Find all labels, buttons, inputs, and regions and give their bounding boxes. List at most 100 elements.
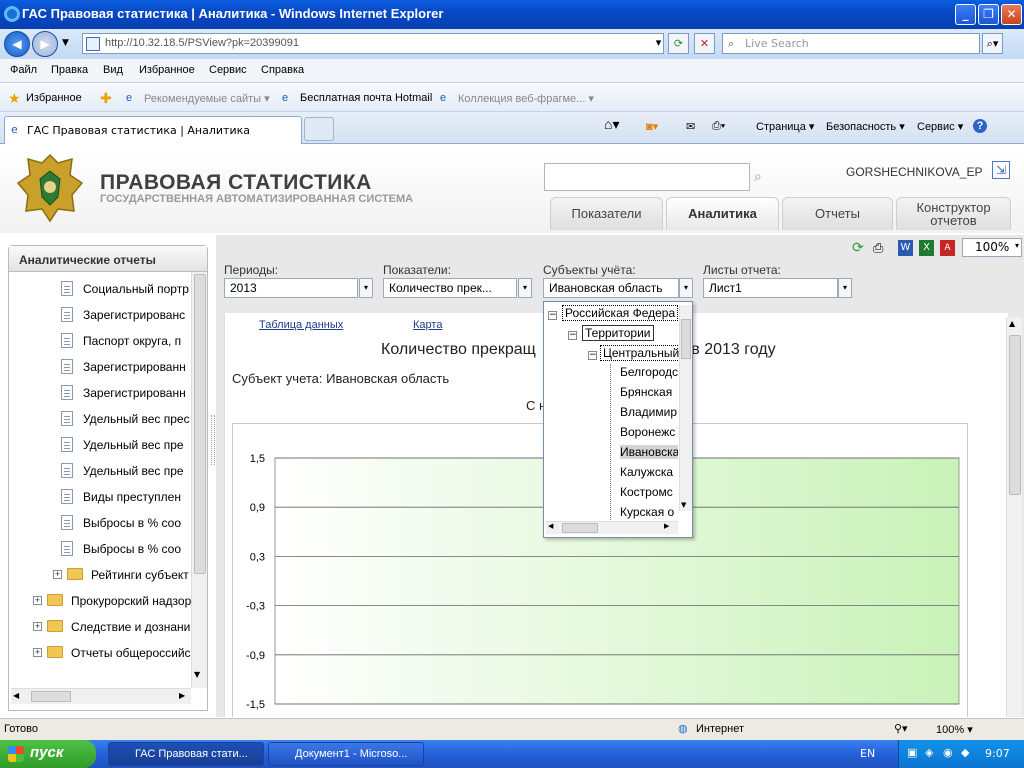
language-indicator[interactable]: EN [860,747,875,760]
menu-help[interactable]: Справка [261,64,304,76]
network-icon[interactable]: ▣ [907,746,917,759]
tree-region-item[interactable]: Костромс [620,485,678,499]
search-input[interactable]: Live Search [722,33,980,54]
dropdown-scroll-down-icon[interactable]: ▼ [681,501,686,509]
subjects-dropdown[interactable]: ▾ [679,278,693,298]
taskbar-ie[interactable]: ГАС Правовая стати... [108,742,264,766]
history-dropdown-icon[interactable]: ▼ [62,38,69,48]
tree-region-item[interactable]: Воронежс [620,425,678,439]
tree-region-item[interactable]: Калужска [620,465,678,479]
site-search-icon[interactable]: ⌕ [754,169,762,185]
fav-suggested-sites[interactable]: Рекомендуемые сайты ▾ [144,92,270,105]
tree-vertical-scrollbar[interactable]: ▼ [191,272,207,688]
menu-favorites[interactable]: Избранное [139,64,195,76]
report-item[interactable]: Зарегистрированс [61,304,191,326]
report-item[interactable]: Зарегистрированн [61,356,191,378]
zoom-select[interactable]: 100% ▾ [962,238,1022,257]
refresh-icon[interactable]: ⟳ [668,33,689,54]
scroll-right-icon[interactable]: ▶ [179,691,185,700]
dropdown-vscroll[interactable]: ▼ [679,305,692,511]
fav-hotmail[interactable]: Бесплатная почта Hotmail [300,92,432,104]
new-tab-button[interactable] [304,117,334,141]
report-item[interactable]: Виды преступлен [61,486,191,508]
report-folder[interactable]: + Рейтинги субъект [53,564,191,586]
report-item[interactable]: Выбросы в % соо [61,512,191,534]
indicators-field[interactable]: Количество прек... [383,278,517,298]
collapse-icon[interactable]: − [568,331,577,340]
menu-file[interactable]: Файл [10,64,37,76]
tree-region-item[interactable]: Брянская [620,385,678,399]
minimize-button[interactable]: _ [955,4,976,25]
collapse-icon[interactable]: − [548,311,557,320]
logout-icon[interactable]: ⇲ [992,161,1010,179]
tools-menu[interactable]: Сервис ▾ [917,120,963,133]
page-menu[interactable]: Страница ▾ [756,120,814,133]
favorites-button[interactable]: Избранное [26,92,82,104]
status-zoom[interactable]: 100% ▾ [936,723,973,736]
menu-edit[interactable]: Правка [51,64,88,76]
back-button[interactable]: ◀ [4,31,30,57]
mail-icon[interactable]: ✉ [686,120,695,133]
periods-dropdown[interactable]: ▾ [359,278,373,298]
protected-mode-icon[interactable]: ⚲▾ [894,722,908,735]
report-folder[interactable]: + Прокурорский надзор [33,590,191,612]
fav-web-slices[interactable]: Коллекция веб-фрагме... ▾ [458,92,594,105]
report-item[interactable]: Социальный портр [61,278,191,300]
site-search-input[interactable] [544,163,750,191]
tree-territories[interactable]: Территории [582,325,654,341]
collapse-icon[interactable]: − [588,351,597,360]
volume-icon[interactable]: ◈ [925,746,933,759]
report-item[interactable]: Зарегистрированн [61,382,191,404]
content-scroll-thumb[interactable] [1009,335,1021,495]
sheets-dropdown[interactable]: ▾ [838,278,852,298]
report-folder[interactable]: + Отчеты общероссийс [33,642,191,664]
taskbar-word[interactable]: Документ1 - Microso... [268,742,424,766]
tab-indicators[interactable]: Показатели [550,197,663,230]
expand-icon[interactable]: + [33,596,42,605]
tray-app-icon[interactable]: ◆ [961,746,969,759]
dropdown-scroll-left-icon[interactable]: ◀ [548,522,553,530]
tab-reports[interactable]: Отчеты [782,197,893,230]
report-item[interactable]: Удельный вес пре [61,434,191,456]
dropdown-scroll-right-icon[interactable]: ▶ [664,522,669,530]
tree-central[interactable]: Центральный [600,345,683,361]
expand-icon[interactable]: + [33,622,42,631]
tree-region-item[interactable]: Владимир [620,405,678,419]
report-item[interactable]: Паспорт округа, п [61,330,191,352]
address-input[interactable]: http://10.32.18.5/PSView?pk=20399091 [82,33,664,54]
indicators-dropdown[interactable]: ▾ [518,278,532,298]
safety-menu[interactable]: Безопасность ▾ [826,120,905,133]
help-icon[interactable]: ? [973,119,987,133]
print-icon[interactable]: ⎙▾ [712,120,725,133]
feeds-icon[interactable]: ◙▾ [646,120,658,133]
pdf-export-icon[interactable]: A [940,240,955,256]
data-table-link[interactable]: Таблица данных [259,319,343,331]
tree-region-item[interactable]: Курская о [620,505,678,519]
report-item[interactable]: Выбросы в % соо [61,538,191,560]
content-vertical-scrollbar[interactable]: ▲ [1006,317,1022,717]
forward-button[interactable]: ▶ [32,31,58,57]
refresh-report-icon[interactable]: ⟳ [852,240,864,256]
scroll-thumb[interactable] [194,274,206,574]
expand-icon[interactable]: + [33,648,42,657]
menu-view[interactable]: Вид [103,64,123,76]
home-icon[interactable]: ⌂▾ [604,116,619,133]
periods-field[interactable]: 2013 [224,278,358,298]
dropdown-scroll-thumb[interactable] [681,319,691,359]
report-folder[interactable]: + Следствие и дознани [33,616,191,638]
tree-region-item[interactable]: Ивановска [620,445,678,459]
browser-tab[interactable]: e ГАС Правовая статистика | Аналитика [4,116,302,144]
scroll-down-icon[interactable]: ▼ [194,670,200,679]
tree-root[interactable]: Российская Федера [562,305,679,321]
stop-icon[interactable]: ✕ [694,33,715,54]
address-dropdown-icon[interactable]: ▾ [648,33,669,54]
sheets-field[interactable]: Лист1 [703,278,838,298]
tree-horizontal-scrollbar[interactable]: ◀ ▶ [11,688,191,704]
print-report-icon[interactable]: ⎙ [873,241,883,256]
dropdown-hscroll[interactable]: ◀ ▶ [546,521,678,534]
map-link[interactable]: Карта [413,319,442,331]
panel-splitter[interactable] [211,415,215,465]
search-go-button[interactable]: ⌕▾ [982,33,1003,54]
close-button[interactable]: ✕ [1001,4,1022,25]
tree-region-item[interactable]: Белгородс [620,365,678,379]
